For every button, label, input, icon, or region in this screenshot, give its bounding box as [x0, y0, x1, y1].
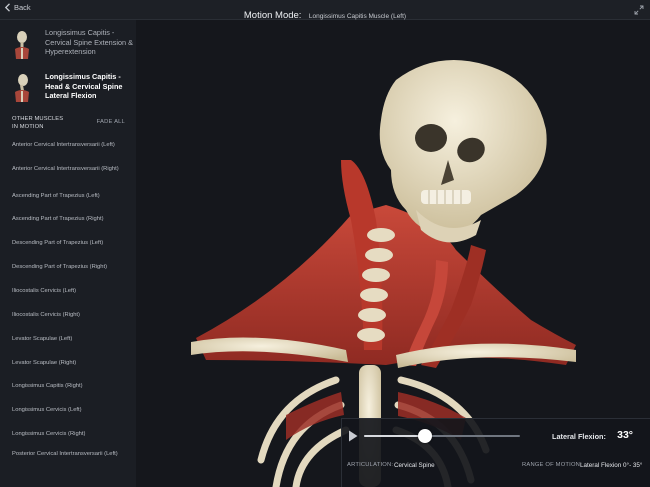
other-muscles-heading-line2: IN MOTION: [12, 124, 44, 130]
title-subtitle: Longissimus Capitis Muscle (Left): [308, 13, 407, 20]
articulation-value: Cervical Spine: [394, 462, 435, 469]
muscle-list-item[interactable]: Anterior Cervical Intertransversarii (Ri…: [12, 165, 130, 173]
skeleton-thumbnail-icon: [15, 74, 29, 102]
expand-icon[interactable]: [634, 5, 644, 15]
muscle-list-item[interactable]: Longissimus Capitis (Right): [12, 382, 130, 390]
anatomy-3d-viewer[interactable]: [136, 20, 650, 487]
muscle-list-item[interactable]: Levator Scapulae (Left): [12, 335, 130, 343]
muscle-list-item[interactable]: Posterior Cervical Intertransversarii (L…: [12, 450, 130, 458]
muscle-list-item[interactable]: Anterior Cervical Intertransversarii (Le…: [12, 141, 130, 149]
motion-item-label: Longissimus Capitis - Head & Cervical Sp…: [45, 72, 123, 101]
fade-all-button[interactable]: FADE ALL: [97, 119, 125, 125]
play-icon[interactable]: [348, 430, 358, 442]
range-of-motion-value: Lateral Flexion 0°- 35°: [580, 462, 643, 469]
range-of-motion-label: RANGE OF MOTION:: [522, 462, 582, 468]
muscle-list-item[interactable]: Iliocostalis Cervicis (Left): [12, 287, 130, 295]
other-muscles-heading: OTHER MUSCLES IN MOTION: [12, 115, 63, 131]
top-bar: Back Motion Mode: Longissimus Capitis Mu…: [0, 0, 650, 21]
muscle-list-item[interactable]: Longissimus Cervicis (Right): [12, 430, 130, 438]
skeleton-thumbnail-icon: [15, 31, 29, 59]
motion-slider-fill: [364, 435, 425, 437]
anatomy-model: [191, 60, 576, 487]
motion-label: Lateral Flexion:: [552, 432, 606, 441]
other-muscles-heading-line1: OTHER MUSCLES: [12, 116, 64, 122]
muscle-list-item[interactable]: Ascending Part of Trapezius (Left): [12, 192, 130, 200]
motion-item-label: Longissimus Capitis - Cervical Spine Ext…: [45, 28, 134, 57]
motion-item-lateral-flexion[interactable]: Longissimus Capitis - Head & Cervical Sp…: [0, 72, 136, 108]
articulation-label: ARTICULATION:: [347, 462, 394, 468]
muscle-list-item[interactable]: Levator Scapulae (Right): [12, 359, 130, 367]
muscle-list-item[interactable]: Descending Part of Trapezius (Right): [12, 263, 130, 271]
sidebar: Longissimus Capitis - Cervical Spine Ext…: [0, 20, 136, 487]
motion-slider-handle[interactable]: [417, 429, 432, 443]
muscle-list-item[interactable]: Iliocostalis Cervicis (Right): [12, 311, 130, 319]
motion-value: 33°: [617, 429, 633, 441]
motion-control-panel: Lateral Flexion: 33° ARTICULATION: Cervi…: [341, 418, 650, 487]
muscle-list-item[interactable]: Descending Part of Trapezius (Left): [12, 239, 130, 247]
motion-item-extension[interactable]: Longissimus Capitis - Cervical Spine Ext…: [0, 28, 136, 66]
muscle-list-item[interactable]: Ascending Part of Trapezius (Right): [12, 215, 130, 223]
muscle-list-item[interactable]: Longissimus Cervicis (Left): [12, 406, 130, 414]
